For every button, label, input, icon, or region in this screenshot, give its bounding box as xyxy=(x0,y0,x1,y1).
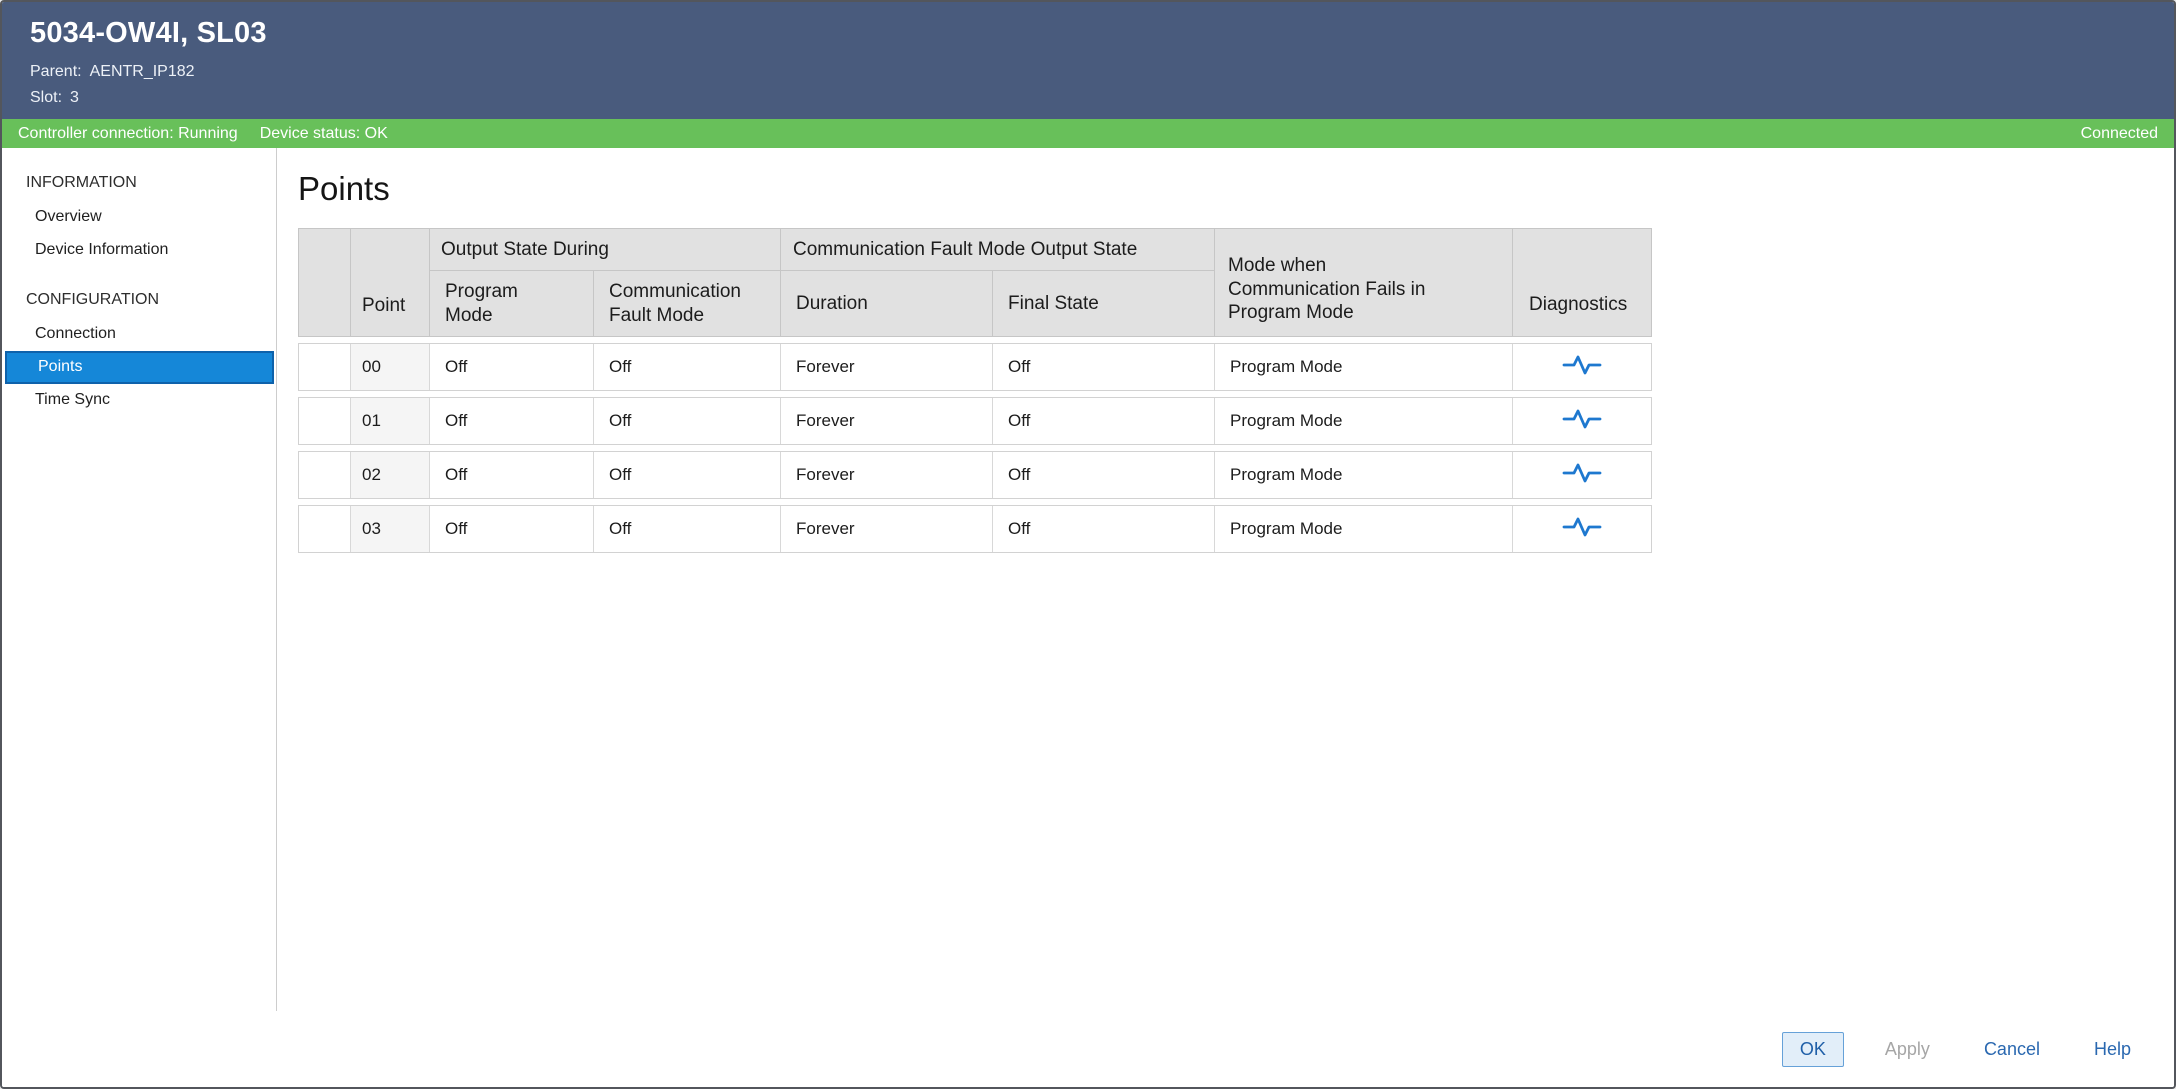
program-mode-cell[interactable]: Off xyxy=(429,398,593,444)
row-selector-cell[interactable] xyxy=(299,344,350,390)
row-selector-cell[interactable] xyxy=(299,398,350,444)
diagnostics-waveform-icon[interactable] xyxy=(1562,461,1602,490)
body-area: INFORMATION Overview Device Information … xyxy=(2,148,2174,1011)
final-state-cell[interactable]: Off xyxy=(992,452,1214,498)
help-button[interactable]: Help xyxy=(2081,1032,2144,1067)
communication-fault-mode-cell[interactable]: Off xyxy=(593,398,780,444)
device-profile-window: 5034-OW4I, SL03 Parent: AENTR_IP182 Slot:… xyxy=(0,0,2176,1089)
row-selector-cell[interactable] xyxy=(299,506,350,552)
communication-fault-mode-cell[interactable]: Off xyxy=(593,506,780,552)
diagnostics-cell[interactable] xyxy=(1512,344,1651,390)
duration-cell[interactable]: Forever xyxy=(780,398,992,444)
sidebar-item-time-sync[interactable]: Time Sync xyxy=(2,384,276,417)
header-program-mode: Program Mode xyxy=(429,271,593,336)
final-state-cell[interactable]: Off xyxy=(992,398,1214,444)
cancel-button[interactable]: Cancel xyxy=(1971,1032,2053,1067)
header-final-state: Final State xyxy=(992,271,1214,336)
sidebar-item-overview[interactable]: Overview xyxy=(2,201,276,234)
point-cell: 03 xyxy=(350,506,429,552)
final-state-cell[interactable]: Off xyxy=(992,344,1214,390)
diagnostics-waveform-icon[interactable] xyxy=(1562,515,1602,544)
diagnostics-waveform-icon[interactable] xyxy=(1562,353,1602,382)
point-cell: 01 xyxy=(350,398,429,444)
sidebar-item-device-information[interactable]: Device Information xyxy=(2,234,276,267)
controller-connection-status: Controller connection: Running xyxy=(18,125,238,143)
duration-cell[interactable]: Forever xyxy=(780,344,992,390)
table-row: 02 Off Off Forever Off Program Mode xyxy=(298,451,1652,499)
apply-button[interactable]: Apply xyxy=(1872,1032,1943,1067)
sidebar-section-information: INFORMATION xyxy=(2,166,276,201)
point-cell: 02 xyxy=(350,452,429,498)
header-point: Point xyxy=(350,229,429,336)
header-row-selector-cell xyxy=(299,229,350,336)
sidebar-section-gap xyxy=(2,267,276,283)
communication-fault-mode-cell[interactable]: Off xyxy=(593,452,780,498)
page-title: Points xyxy=(298,170,2174,208)
slot-label: Slot: xyxy=(30,89,62,106)
header-mode-when-comm-fails: Mode when Communication Fails in Program… xyxy=(1214,229,1512,336)
mode-when-fails-cell[interactable]: Program Mode xyxy=(1214,452,1512,498)
connection-state: Connected xyxy=(2081,125,2158,143)
category-sidebar: INFORMATION Overview Device Information … xyxy=(2,148,277,1011)
titlebar: 5034-OW4I, SL03 Parent: AENTR_IP182 Slot:… xyxy=(2,2,2174,119)
program-mode-cell[interactable]: Off xyxy=(429,506,593,552)
header-group-comm-fault-output-state: Communication Fault Mode Output State xyxy=(780,229,1214,271)
sidebar-section-configuration: CONFIGURATION xyxy=(2,283,276,318)
dialog-footer: OK Apply Cancel Help xyxy=(2,1011,2174,1087)
table-row: 03 Off Off Forever Off Program Mode xyxy=(298,505,1652,553)
main-content: Points Point Output State During Communi… xyxy=(277,148,2174,1011)
diagnostics-cell[interactable] xyxy=(1512,398,1651,444)
program-mode-cell[interactable]: Off xyxy=(429,344,593,390)
header-duration: Duration xyxy=(780,271,992,336)
diagnostics-waveform-icon[interactable] xyxy=(1562,407,1602,436)
ok-button[interactable]: OK xyxy=(1782,1032,1844,1067)
diagnostics-cell[interactable] xyxy=(1512,452,1651,498)
program-mode-cell[interactable]: Off xyxy=(429,452,593,498)
duration-cell[interactable]: Forever xyxy=(780,506,992,552)
sidebar-item-points[interactable]: Points xyxy=(5,351,274,384)
table-row: 01 Off Off Forever Off Program Mode xyxy=(298,397,1652,445)
point-cell: 00 xyxy=(350,344,429,390)
points-table-header: Point Output State During Communication … xyxy=(298,228,1652,337)
mode-when-fails-cell[interactable]: Program Mode xyxy=(1214,398,1512,444)
diagnostics-cell[interactable] xyxy=(1512,506,1651,552)
final-state-cell[interactable]: Off xyxy=(992,506,1214,552)
device-status: Device status: OK xyxy=(260,125,388,143)
parent-line: Parent: AENTR_IP182 xyxy=(30,59,2174,85)
slot-line: Slot: 3 xyxy=(30,85,2174,111)
parent-value: AENTR_IP182 xyxy=(90,63,195,80)
table-row: 00 Off Off Forever Off Program Mode xyxy=(298,343,1652,391)
duration-cell[interactable]: Forever xyxy=(780,452,992,498)
header-communication-fault-mode: Communication Fault Mode xyxy=(593,271,780,336)
mode-when-fails-cell[interactable]: Program Mode xyxy=(1214,506,1512,552)
header-group-output-state-during: Output State During xyxy=(429,229,780,271)
parent-label: Parent: xyxy=(30,63,82,80)
communication-fault-mode-cell[interactable]: Off xyxy=(593,344,780,390)
device-title: 5034-OW4I, SL03 xyxy=(30,17,2174,50)
mode-when-fails-cell[interactable]: Program Mode xyxy=(1214,344,1512,390)
sidebar-item-connection[interactable]: Connection xyxy=(2,318,276,351)
header-diagnostics: Diagnostics xyxy=(1512,229,1651,336)
slot-value: 3 xyxy=(70,89,79,106)
row-selector-cell[interactable] xyxy=(299,452,350,498)
status-bar: Controller connection: Running Device st… xyxy=(2,119,2174,148)
